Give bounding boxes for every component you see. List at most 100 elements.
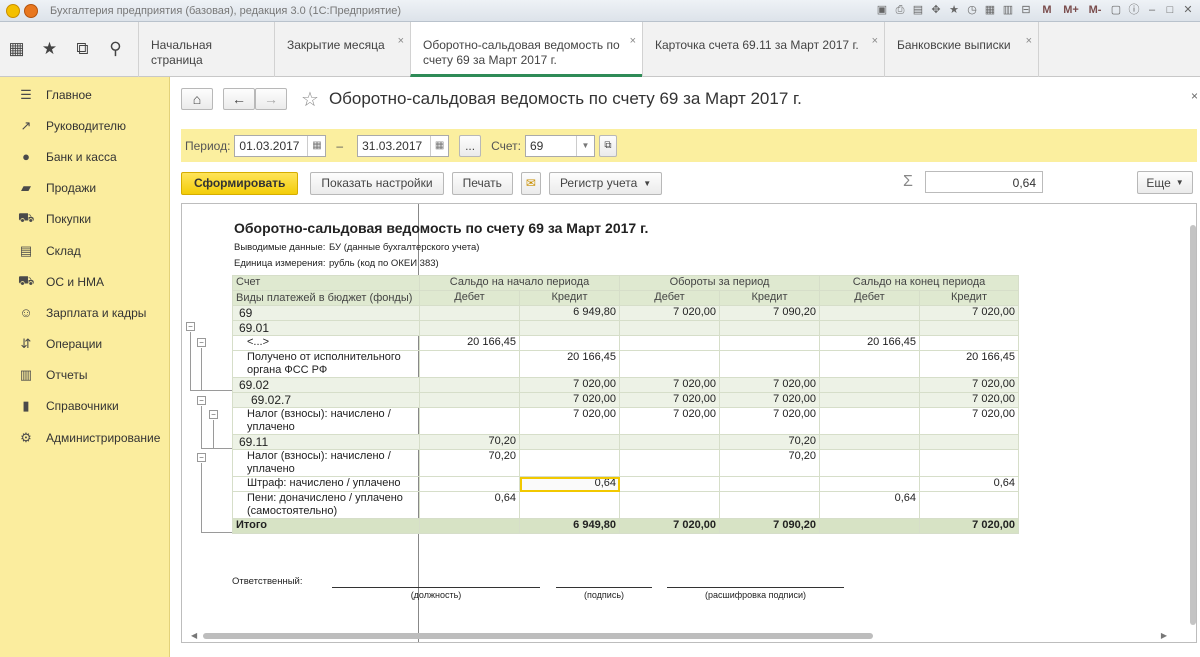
value-cell[interactable]: 7 020,00 <box>719 392 820 408</box>
account-group-row[interactable]: 69.01 <box>232 320 1019 336</box>
row-name-cell[interactable]: 69 <box>232 305 420 321</box>
value-cell[interactable]: 20 166,45 <box>919 350 1019 378</box>
value-cell[interactable] <box>619 449 720 477</box>
value-cell[interactable] <box>819 434 920 450</box>
value-cell[interactable] <box>619 350 720 378</box>
value-cell[interactable] <box>519 449 620 477</box>
report-document[interactable]: Оборотно-сальдовая ведомость по счету 69… <box>181 203 1197 643</box>
account-group-row[interactable]: 69.11 70,20 70,20 <box>232 434 1019 450</box>
window-layout-icon[interactable]: ▢ <box>1108 2 1124 18</box>
value-cell[interactable]: 7 020,00 <box>719 377 820 393</box>
back-button[interactable]: ← <box>223 88 255 110</box>
value-cell[interactable] <box>819 305 920 321</box>
value-cell[interactable]: 7 090,20 <box>719 305 820 321</box>
value-cell[interactable] <box>619 335 720 351</box>
maximize-icon[interactable]: □ <box>1162 2 1178 18</box>
total-row[interactable]: Итого 6 949,80 7 020,00 7 090,20 7 020,00 <box>232 518 1019 534</box>
app-menu-icon[interactable] <box>24 3 38 18</box>
value-cell[interactable]: 20 166,45 <box>819 335 920 351</box>
value-cell[interactable]: 70,20 <box>419 449 520 477</box>
period-from-field[interactable]: 01.03.2017 ▦ <box>234 134 327 157</box>
close-tab-icon[interactable]: × <box>1026 34 1032 49</box>
value-cell[interactable]: 20 166,45 <box>419 335 520 351</box>
horizontal-scrollbar[interactable]: ◀ ▶ <box>181 631 1197 641</box>
value-cell[interactable]: 7 020,00 <box>519 392 620 408</box>
value-cell[interactable]: 7 020,00 <box>619 392 720 408</box>
close-tab-icon[interactable]: × <box>630 34 636 49</box>
total-value-cell[interactable] <box>419 518 520 534</box>
sidebar-item-sales[interactable]: ▰ Продажи <box>0 173 169 204</box>
more-button[interactable]: Еще ▼ <box>1137 171 1193 194</box>
history-icon[interactable]: ⧉ <box>66 39 99 59</box>
total-value-cell[interactable]: 7 020,00 <box>919 518 1019 534</box>
tab-account-card[interactable]: Карточка счета 69.11 за Март 2017 г. × <box>642 22 884 77</box>
calendar-icon[interactable]: ▥ <box>1000 2 1016 18</box>
value-cell[interactable] <box>919 491 1019 519</box>
minimize-icon[interactable]: – <box>1144 2 1160 18</box>
value-cell[interactable]: 7 020,00 <box>919 305 1019 321</box>
value-cell[interactable] <box>919 449 1019 477</box>
close-tab-icon[interactable]: × <box>872 34 878 49</box>
row-name-cell[interactable]: 69.02 <box>232 377 420 393</box>
value-cell[interactable]: 0,64 <box>419 491 520 519</box>
collapse-toggle-icon[interactable]: − <box>209 410 218 419</box>
print-icon[interactable]: ⎙ <box>892 2 908 18</box>
value-cell[interactable] <box>419 350 520 378</box>
account-group-row[interactable]: 69.02.7 7 020,00 7 020,00 7 020,00 7 020,00 <box>232 392 1019 408</box>
value-cell[interactable] <box>719 320 820 336</box>
vertical-scrollbar[interactable] <box>1189 225 1197 635</box>
value-cell[interactable] <box>619 434 720 450</box>
table-row[interactable]: Налог (взносы): начислено / уплачено 7 02… <box>232 407 1019 435</box>
row-name-cell[interactable]: <...> <box>232 335 420 351</box>
total-value-cell[interactable]: 7 090,20 <box>719 518 820 534</box>
sidebar-item-warehouse[interactable]: ▤ Склад <box>0 235 169 266</box>
sidebar-item-operations[interactable]: ⇵ Операции <box>0 329 169 360</box>
value-cell[interactable]: 20 166,45 <box>519 350 620 378</box>
value-cell[interactable] <box>819 407 920 435</box>
value-cell[interactable] <box>819 476 920 492</box>
value-cell[interactable]: 6 949,80 <box>519 305 620 321</box>
history-icon[interactable]: ◷ <box>964 2 980 18</box>
value-cell[interactable] <box>519 434 620 450</box>
row-name-cell[interactable]: 69.02.7 <box>232 392 420 408</box>
tab-bank-statements[interactable]: Банковские выписки × <box>884 22 1039 77</box>
value-cell[interactable] <box>719 350 820 378</box>
table-row[interactable]: Получено от исполнительного органа ФСС Р… <box>232 350 1019 378</box>
row-name-cell[interactable]: Налог (взносы): начислено / уплачено <box>232 407 420 435</box>
tab-month-close[interactable]: Закрытие месяца × <box>274 22 410 77</box>
calendar-icon[interactable]: ▦ <box>307 135 325 156</box>
sidebar-item-purchases[interactable]: ⛟ Покупки <box>0 204 169 235</box>
collapse-toggle-icon[interactable]: − <box>186 322 195 331</box>
collapse-toggle-icon[interactable]: − <box>197 453 206 462</box>
print-button[interactable]: Печать <box>451 171 513 195</box>
favorite-icon[interactable]: ★ <box>946 2 962 18</box>
collapse-toggle-icon[interactable]: − <box>197 338 206 347</box>
value-cell[interactable] <box>919 335 1019 351</box>
value-cell[interactable]: 7 020,00 <box>619 305 720 321</box>
value-cell[interactable]: 7 020,00 <box>619 407 720 435</box>
apps-grid-icon[interactable]: ▦ <box>0 39 33 59</box>
value-cell[interactable] <box>519 491 620 519</box>
favorite-star-icon[interactable]: ☆ <box>301 87 319 112</box>
memory-plus-button[interactable]: M+ <box>1060 2 1082 18</box>
value-cell[interactable] <box>819 350 920 378</box>
value-cell[interactable]: 70,20 <box>419 434 520 450</box>
email-button[interactable]: ✉ <box>520 171 541 195</box>
value-cell[interactable] <box>819 392 920 408</box>
value-cell[interactable] <box>919 434 1019 450</box>
value-cell[interactable]: 7 020,00 <box>919 407 1019 435</box>
close-tab-icon[interactable]: × <box>398 34 404 49</box>
value-cell[interactable]: 7 020,00 <box>919 377 1019 393</box>
memory-button[interactable]: M <box>1036 2 1058 18</box>
account-group-row[interactable]: 69 6 949,80 7 020,00 7 090,20 7 020,00 <box>232 305 1019 321</box>
scroll-thumb[interactable] <box>1190 225 1196 625</box>
forward-button[interactable]: → <box>255 88 287 110</box>
compare-icon[interactable]: ⊟ <box>1018 2 1034 18</box>
value-cell[interactable]: 7 020,00 <box>519 407 620 435</box>
value-cell[interactable] <box>819 377 920 393</box>
preview-icon[interactable]: ▤ <box>910 2 926 18</box>
link-icon[interactable]: ✥ <box>928 2 944 18</box>
value-cell[interactable]: 0,64 <box>519 476 620 492</box>
sidebar-item-salary[interactable]: ☺ Зарплата и кадры <box>0 297 169 328</box>
value-cell[interactable]: 70,20 <box>719 449 820 477</box>
